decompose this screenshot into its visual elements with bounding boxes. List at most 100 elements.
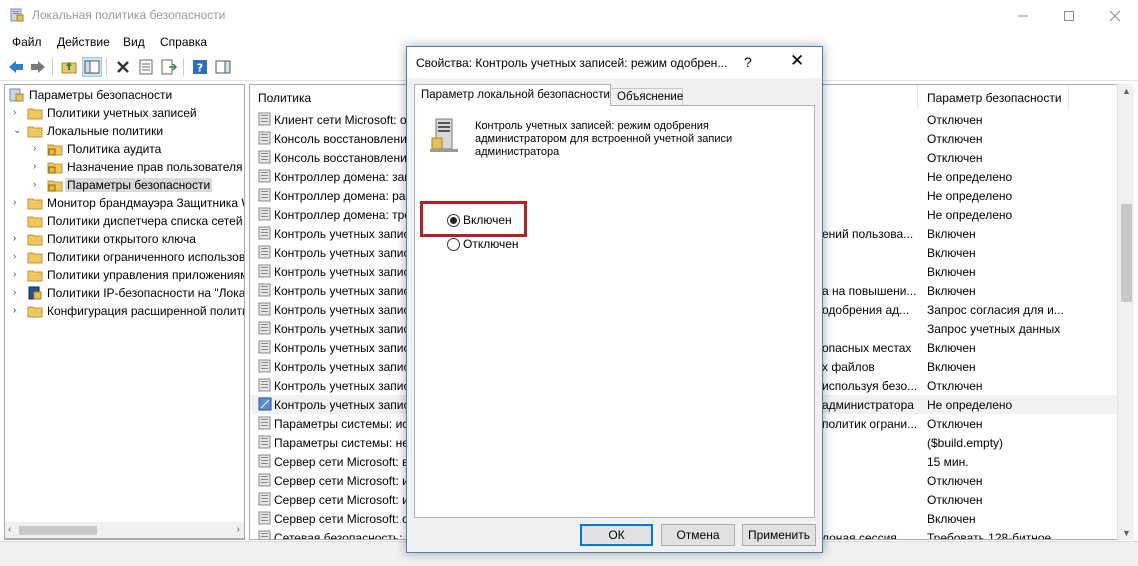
tree-item[interactable]: › Политики учетных записей	[5, 104, 244, 122]
policy-setting-icon	[258, 359, 272, 373]
tree-item-label: Политики управления приложениями	[47, 268, 245, 282]
tree-item[interactable]: ⌄ Локальные политики	[5, 122, 244, 140]
policy-name: Контроль учетных запис	[274, 379, 410, 393]
minimize-button[interactable]	[1000, 0, 1046, 31]
menu-action[interactable]: Действие	[57, 35, 110, 49]
back-button[interactable]	[6, 57, 26, 77]
tree-root[interactable]: Параметры безопасности	[5, 86, 244, 104]
dialog-titlebar: Свойства: Контроль учетных записей: режи…	[407, 47, 822, 78]
policy-name-tail: политик ограни...	[822, 417, 918, 431]
tree-item-label: Политика аудита	[67, 142, 162, 156]
properties-button[interactable]	[136, 57, 156, 77]
scroll-down-icon[interactable]: ▼	[1122, 528, 1131, 538]
security-setting-value: Не определено	[927, 189, 1013, 203]
delete-button[interactable]	[113, 57, 133, 77]
folder-icon	[27, 268, 43, 282]
tab-local-security-setting[interactable]: Параметр локальной безопасности	[414, 84, 611, 106]
action-pane-icon	[215, 60, 231, 74]
security-setting-value: Требовать 128-битное...	[927, 531, 1062, 540]
radio-enabled-label[interactable]: Включен	[463, 213, 512, 227]
tree-item-label: Политики ограниченного использования про…	[47, 250, 245, 264]
scroll-thumb[interactable]	[19, 526, 97, 535]
policy-name: Контроллер домена: тре	[274, 208, 411, 222]
tree-item[interactable]: › Параметры безопасности	[5, 176, 244, 194]
tree-item[interactable]: Политики диспетчера списка сетей	[5, 212, 244, 230]
apply-button[interactable]: Применить	[742, 524, 816, 546]
help-button[interactable]: ?	[190, 57, 210, 77]
minimize-icon	[1018, 15, 1028, 16]
dialog-close-button[interactable]: ✕	[790, 51, 804, 71]
menu-view[interactable]: Вид	[123, 35, 145, 49]
expand-chevron-icon[interactable]: ›	[33, 161, 43, 173]
policy-setting-icon	[258, 283, 272, 297]
tree-item[interactable]: › Политика аудита	[5, 140, 244, 158]
radio-disabled-circle[interactable]	[447, 237, 460, 251]
column-header-setting[interactable]: Параметр безопасности	[919, 85, 1069, 109]
security-setting-value: Отключен	[927, 474, 983, 488]
expand-chevron-icon[interactable]: ›	[33, 179, 43, 191]
expand-chevron-icon[interactable]: ›	[13, 107, 23, 119]
tree-item[interactable]: › Конфигурация расширенной политики аудит…	[5, 302, 244, 320]
policy-setting-icon	[258, 378, 272, 392]
menu-help[interactable]: Справка	[160, 35, 207, 49]
list-vertical-scrollbar[interactable]: ▲ ▼	[1117, 84, 1134, 540]
toolbar-separator	[106, 58, 107, 76]
radio-enabled[interactable]: Включен	[447, 213, 512, 227]
tab-panel: Контроль учетных записей: режим одобрени…	[414, 105, 815, 518]
policy-setting-icon	[258, 492, 272, 506]
help-question-icon: ?	[193, 60, 207, 75]
policy-name: Контроль учетных запис	[274, 303, 410, 317]
expand-chevron-icon[interactable]: ›	[13, 197, 23, 209]
expand-chevron-icon[interactable]: ›	[13, 269, 23, 281]
security-setting-value: Отключен	[927, 132, 983, 146]
scroll-right-icon[interactable]: ›	[237, 524, 240, 535]
up-folder-icon	[61, 62, 77, 74]
tree-item[interactable]: › Политики управления приложениями	[5, 266, 245, 284]
show-action-pane-button[interactable]	[213, 57, 233, 77]
tree-item-label: Конфигурация расширенной политики аудита	[47, 304, 244, 318]
tree-item-label: Параметры безопасности	[65, 178, 213, 192]
export-list-button[interactable]	[159, 57, 179, 77]
scroll-left-icon[interactable]: ‹	[8, 524, 11, 535]
show-tree-button[interactable]	[82, 57, 102, 77]
expand-chevron-icon[interactable]: ›	[13, 287, 23, 299]
security-setting-value: Включен	[927, 284, 976, 298]
radio-disabled-label[interactable]: Отключен	[463, 237, 519, 251]
console-tree-icon	[84, 60, 100, 74]
tree-item[interactable]: › Политики IP-безопасности на "Локальный …	[5, 284, 244, 302]
policy-setting-icon	[258, 264, 272, 278]
security-setting-value: ($build.empty)	[927, 436, 1004, 450]
tree-item-label: Политики учетных записей	[47, 106, 197, 120]
expand-chevron-icon[interactable]: ›	[13, 233, 23, 245]
scroll-up-icon[interactable]: ▲	[1122, 86, 1131, 96]
policy-name: Контроль учетных запис	[274, 360, 410, 374]
collapse-chevron-icon[interactable]: ⌄	[13, 125, 23, 137]
close-button[interactable]	[1092, 0, 1138, 31]
expand-chevron-icon[interactable]: ›	[13, 251, 23, 263]
menu-file[interactable]: Файл	[12, 35, 42, 49]
tree-item[interactable]: › Назначение прав пользователя	[5, 158, 244, 176]
tree-horizontal-scrollbar[interactable]: ‹ ›	[4, 522, 245, 539]
tree-item[interactable]: › Политики открытого ключа	[5, 230, 244, 248]
forward-button[interactable]	[28, 57, 48, 77]
cancel-button[interactable]: Отмена	[661, 524, 735, 546]
tree-item[interactable]: › Политики ограниченного использования пр…	[5, 248, 245, 266]
policy-folder-icon	[47, 178, 63, 192]
radio-disabled[interactable]: Отключен	[447, 237, 519, 251]
ok-button[interactable]: ОК	[580, 524, 653, 546]
radio-enabled-circle[interactable]	[447, 213, 460, 227]
tree-item-label: Политики открытого ключа	[47, 232, 196, 246]
maximize-button[interactable]	[1046, 0, 1092, 31]
expand-chevron-icon[interactable]: ›	[33, 143, 43, 155]
security-setting-value: 15 мин.	[927, 455, 969, 469]
tree-item[interactable]: › Монитор брандмауэра Защитника Windows	[5, 194, 244, 212]
folder-icon	[27, 124, 43, 138]
policy-name: Консоль восстановлени	[274, 132, 407, 146]
security-setting-value: Включен	[927, 227, 976, 241]
policy-name: Контроль учетных запис	[274, 398, 410, 412]
expand-chevron-icon[interactable]: ›	[13, 305, 23, 317]
up-folder-button[interactable]	[59, 57, 79, 77]
dialog-help-button[interactable]: ?	[744, 54, 752, 70]
scroll-thumb[interactable]	[1121, 204, 1132, 302]
tab-explain[interactable]: Объяснение	[610, 88, 683, 106]
